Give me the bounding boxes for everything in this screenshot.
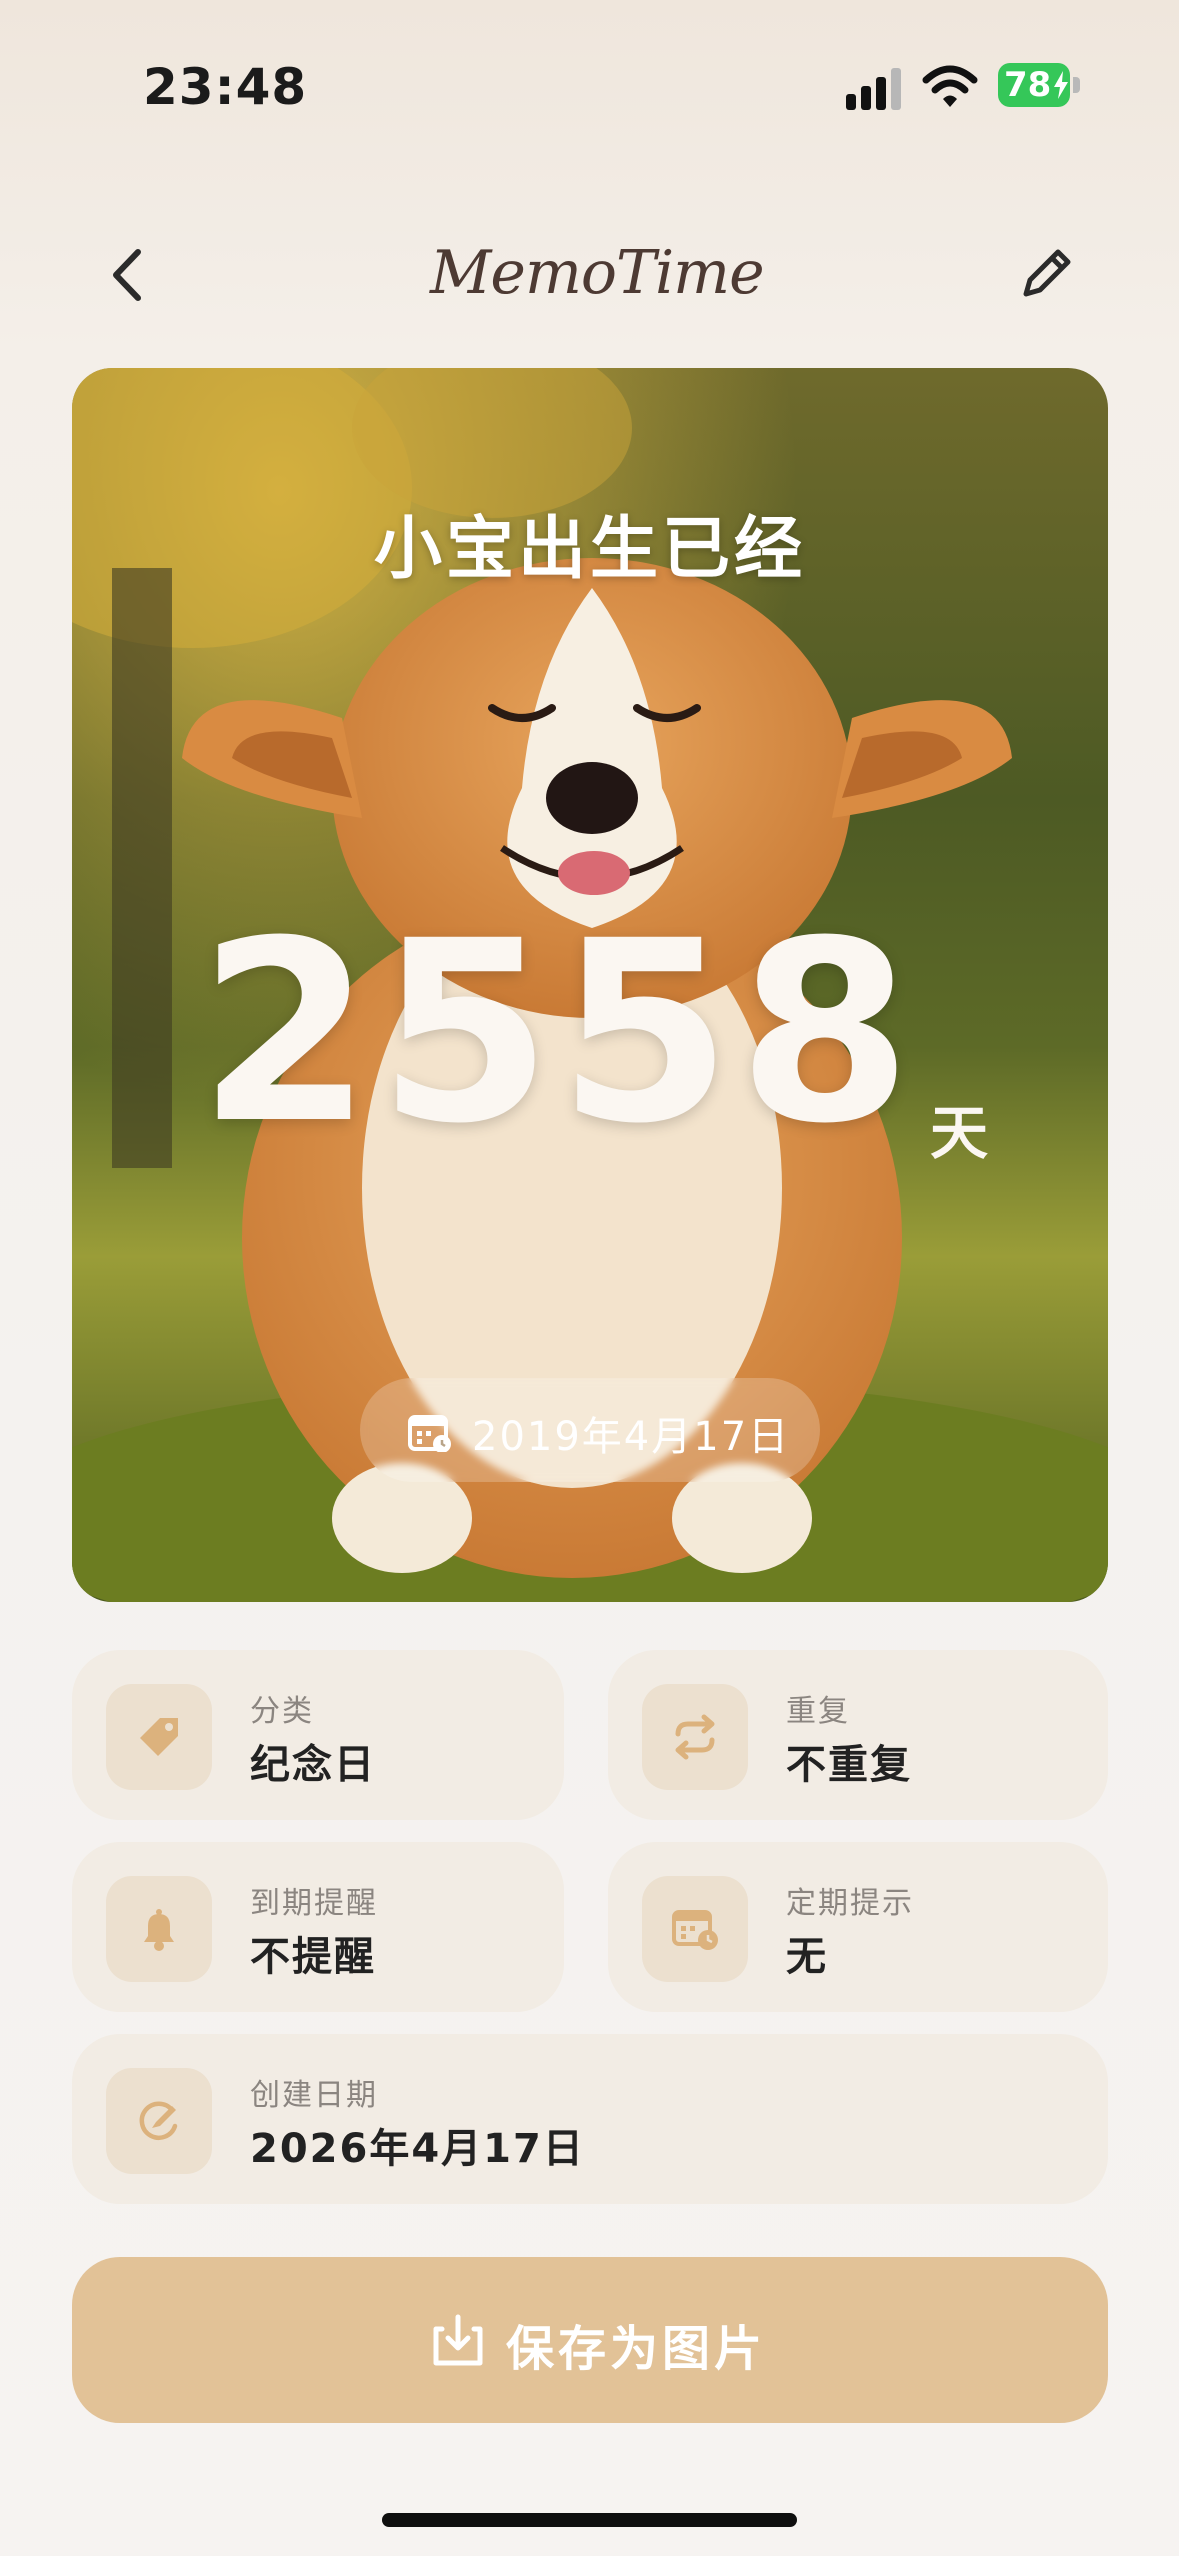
bell-icon-box — [106, 1876, 212, 1982]
target-date: 2019年4月17日 — [472, 1414, 791, 1460]
battery-icon: 78 — [998, 63, 1080, 107]
tag-icon — [140, 1718, 178, 1756]
hero-title: 小宝出生已经 — [373, 510, 806, 589]
download-icon — [433, 2314, 483, 2366]
edit-button[interactable] — [1016, 244, 1076, 304]
category-value: 纪念日 — [250, 1742, 376, 1788]
repeat-value: 不重复 — [786, 1742, 912, 1788]
status-time: 23:48 — [143, 58, 308, 116]
expiry-reminder-value: 不提醒 — [250, 1934, 376, 1980]
repeat-card[interactable]: 重复 不重复 — [608, 1650, 1108, 1820]
calendar-clock-icon-box — [642, 1876, 748, 1982]
repeat-label: 重复 — [786, 1694, 850, 1729]
signal-icon — [846, 68, 901, 110]
created-icon — [139, 2101, 178, 2140]
back-button[interactable] — [102, 242, 154, 308]
home-indicator — [382, 2513, 797, 2527]
created-icon-box — [106, 2068, 212, 2174]
wifi-icon — [922, 65, 978, 107]
category-card[interactable]: 分类 纪念日 — [72, 1650, 564, 1820]
save-as-image-button[interactable]: 保存为图片 — [72, 2257, 1108, 2423]
app-logo: MemoTime — [430, 238, 765, 308]
periodic-hint-card[interactable]: 定期提示 无 — [608, 1842, 1108, 2012]
created-date-value: 2026年4月17日 — [250, 2126, 585, 2172]
day-unit: 天 — [930, 1099, 989, 1167]
save-as-image-label: 保存为图片 — [506, 2321, 767, 2377]
periodic-hint-label: 定期提示 — [786, 1886, 914, 1921]
tag-icon-box — [106, 1684, 212, 1790]
expiry-reminder-card[interactable]: 到期提醒 不提醒 — [72, 1842, 564, 2012]
periodic-hint-value: 无 — [786, 1934, 828, 1980]
bell-icon — [144, 1909, 174, 1951]
repeat-icon — [675, 1714, 715, 1760]
category-label: 分类 — [250, 1694, 314, 1729]
expiry-reminder-label: 到期提醒 — [250, 1886, 378, 1921]
calendar-clock-icon — [672, 1910, 718, 1950]
repeat-icon-box — [642, 1684, 748, 1790]
calendar-icon — [408, 1415, 451, 1452]
battery-level: 78 — [1004, 65, 1052, 105]
hero-card: 小宝出生已经 2558 天 2019年4月17日 — [72, 368, 1108, 1602]
created-date-label: 创建日期 — [250, 2078, 378, 2113]
day-count: 2558 — [198, 887, 918, 1178]
created-date-card: 创建日期 2026年4月17日 — [72, 2034, 1108, 2204]
target-date-pill: 2019年4月17日 — [360, 1378, 820, 1482]
